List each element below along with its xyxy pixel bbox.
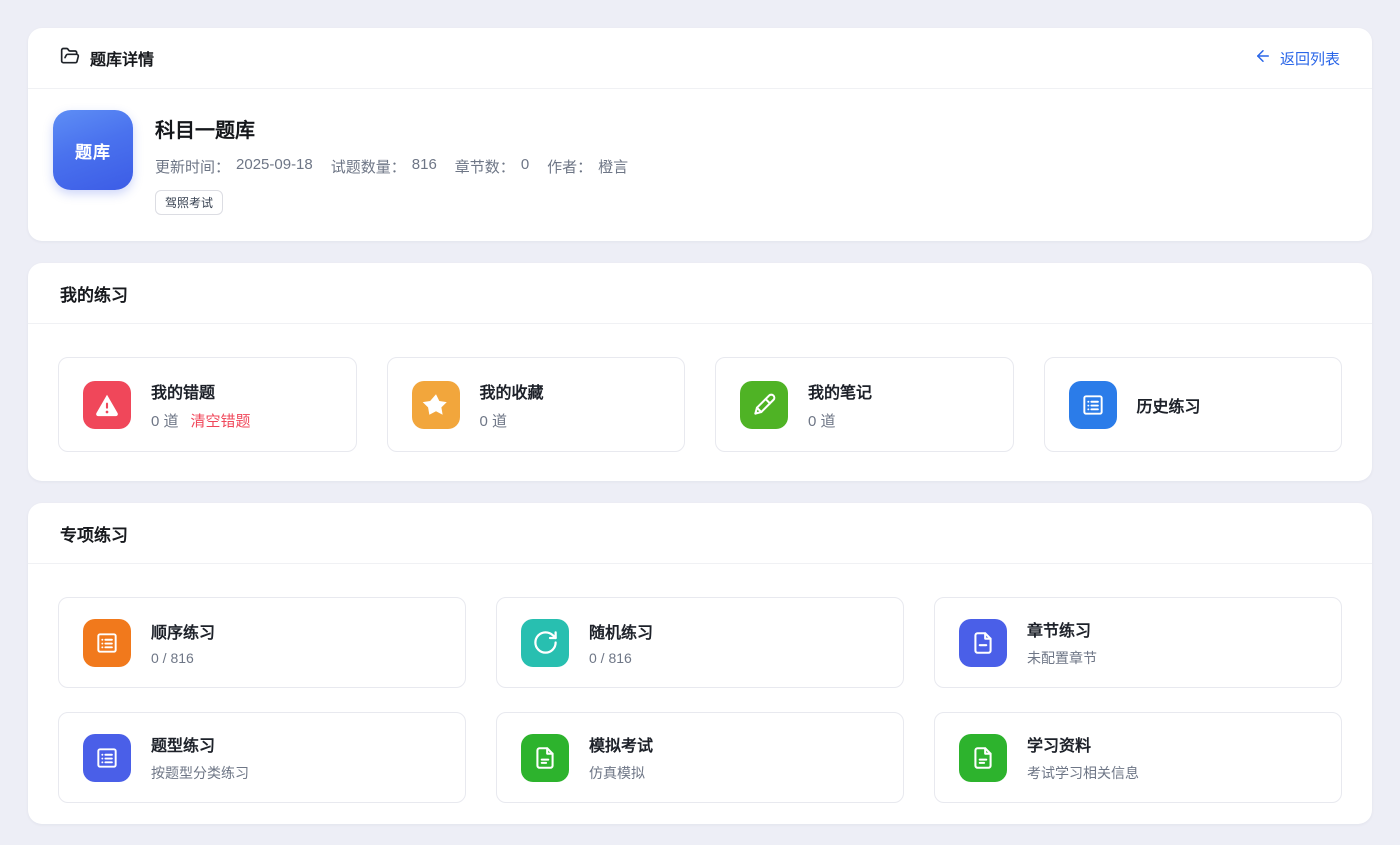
list-icon: [83, 619, 131, 667]
special-practice-header: 专项练习: [28, 503, 1372, 564]
special-practice-title: 专项练习: [60, 521, 128, 546]
card-sequential-practice[interactable]: 顺序练习 0 / 816: [58, 597, 466, 688]
meta-label: 章节数：: [455, 156, 515, 177]
card-title: 学习资料: [1027, 732, 1139, 756]
meta-value: 橙言: [598, 156, 628, 177]
bank-detail-header: 题库详情 返回列表: [28, 28, 1372, 89]
bank-title: 科目一题库: [155, 114, 628, 143]
card-random-practice[interactable]: 随机练习 0 / 816: [496, 597, 904, 688]
file-icon: [521, 734, 569, 782]
back-to-list-link[interactable]: 返回列表: [1254, 47, 1340, 69]
clear-mistakes-link[interactable]: 清空错题: [191, 410, 251, 431]
card-title: 随机练习: [589, 619, 653, 643]
meta-value: 0: [521, 156, 529, 177]
card-title: 题型练习: [151, 732, 249, 756]
card-subtitle: 未配置章节: [1027, 648, 1097, 668]
arrow-left-icon: [1254, 47, 1272, 69]
card-my-favorites[interactable]: 我的收藏 0 道: [387, 357, 686, 452]
card-history-practice[interactable]: 历史练习: [1044, 357, 1343, 452]
card-count: 0 道: [480, 410, 508, 431]
my-practice-header: 我的练习: [28, 263, 1372, 324]
meta-label: 更新时间：: [155, 156, 230, 177]
list-icon: [83, 734, 131, 782]
meta-value: 816: [412, 156, 437, 177]
card-study-materials[interactable]: 学习资料 考试学习相关信息: [934, 712, 1342, 803]
card-title: 顺序练习: [151, 619, 215, 643]
card-subtitle: 按题型分类练习: [151, 763, 249, 783]
refresh-icon: [521, 619, 569, 667]
card-mock-exam[interactable]: 模拟考试 仿真模拟: [496, 712, 904, 803]
card-subtitle: 仿真模拟: [589, 763, 653, 783]
special-practice-panel: 专项练习 顺序练习 0 / 816: [28, 503, 1372, 824]
folder-open-icon: [60, 46, 80, 71]
marker-icon: [740, 381, 788, 429]
warning-icon: [83, 381, 131, 429]
card-count: 0 道: [808, 410, 836, 431]
card-title: 我的收藏: [480, 379, 544, 403]
my-practice-title: 我的练习: [60, 281, 128, 306]
card-title: 历史练习: [1137, 393, 1201, 417]
back-to-list-label: 返回列表: [1280, 48, 1340, 69]
card-question-type-practice[interactable]: 题型练习 按题型分类练习: [58, 712, 466, 803]
card-my-notes[interactable]: 我的笔记 0 道: [715, 357, 1014, 452]
card-title: 我的错题: [151, 379, 251, 403]
card-subtitle: 考试学习相关信息: [1027, 763, 1139, 783]
bank-meta: 更新时间： 2025-09-18 试题数量： 816 章节数： 0 作者： 橙言: [155, 156, 628, 177]
card-count: 0 道: [151, 410, 179, 431]
meta-label: 试题数量：: [331, 156, 406, 177]
bank-detail-panel: 题库详情 返回列表 题库 科目一题库 更新时间： 2025-09-18 试题数量：…: [28, 28, 1372, 241]
card-chapter-practice[interactable]: 章节练习 未配置章节: [934, 597, 1342, 688]
meta-label: 作者：: [547, 156, 592, 177]
bank-badge: 题库: [53, 110, 133, 190]
page-title: 题库详情: [90, 46, 154, 70]
card-title: 我的笔记: [808, 379, 872, 403]
card-title: 模拟考试: [589, 732, 653, 756]
card-subtitle: 0 / 816: [589, 650, 653, 666]
card-subtitle: 0 / 816: [151, 650, 215, 666]
card-title: 章节练习: [1027, 617, 1097, 641]
my-practice-panel: 我的练习 我的错题 0 道 清空错题: [28, 263, 1372, 481]
file-icon: [959, 734, 1007, 782]
bank-tag: 驾照考试: [155, 190, 223, 215]
list-icon: [1069, 381, 1117, 429]
card-my-mistakes[interactable]: 我的错题 0 道 清空错题: [58, 357, 357, 452]
meta-value: 2025-09-18: [236, 156, 313, 177]
star-icon: [412, 381, 460, 429]
file-icon: [959, 619, 1007, 667]
